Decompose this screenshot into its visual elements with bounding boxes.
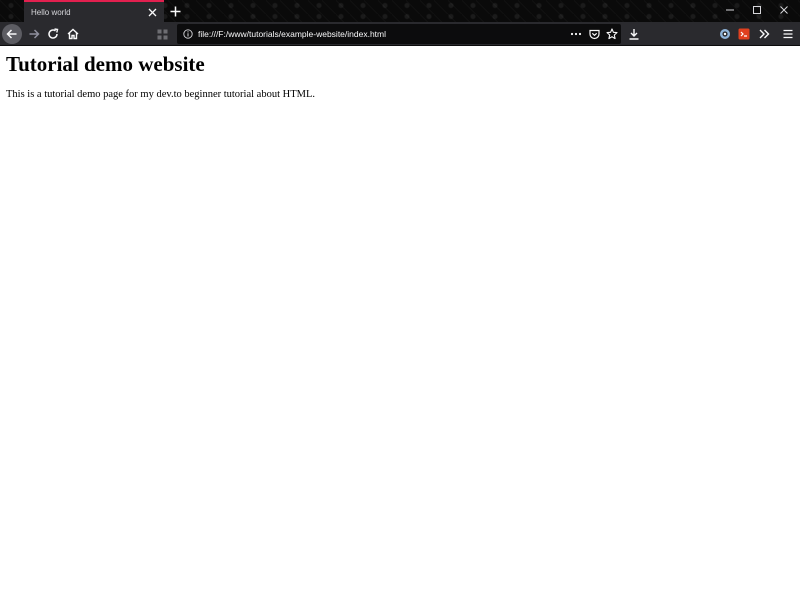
tab-title: Hello world: [31, 7, 71, 17]
site-info-button[interactable]: [180, 26, 196, 42]
overflow-menu-button[interactable]: [754, 24, 774, 44]
star-icon: [606, 28, 618, 40]
info-icon: [183, 29, 193, 39]
title-bar: Hello world: [0, 0, 800, 22]
chevrons-right-icon: [759, 29, 770, 39]
hamburger-menu-icon: [783, 29, 793, 39]
close-icon: [148, 8, 156, 16]
tab-hello-world[interactable]: Hello world: [24, 0, 164, 22]
url-text[interactable]: file:///F:/www/tutorials/example-website…: [198, 29, 567, 39]
page-content: Tutorial demo website This is a tutorial…: [0, 47, 800, 609]
pocket-button[interactable]: [585, 25, 603, 43]
page-grid-button[interactable]: [152, 24, 172, 44]
window-close-button[interactable]: [771, 0, 797, 20]
bookmark-star-button[interactable]: [603, 25, 621, 43]
minimize-icon: [726, 9, 734, 11]
extension-icon: [738, 28, 750, 40]
more-horizontal-icon: [570, 32, 582, 36]
download-icon: [629, 29, 639, 40]
page-actions-button[interactable]: [567, 25, 585, 43]
tab-close-button[interactable]: [144, 4, 160, 20]
page-heading: Tutorial demo website: [6, 52, 205, 76]
plus-icon: [170, 6, 180, 16]
arrow-left-icon: [6, 29, 17, 39]
extension-button-1[interactable]: [715, 24, 735, 44]
home-button[interactable]: [63, 24, 83, 44]
maximize-icon: [753, 6, 761, 14]
arrow-right-icon: [29, 29, 40, 39]
window-maximize-button[interactable]: [744, 0, 770, 20]
window-minimize-button[interactable]: [717, 0, 743, 20]
url-bar[interactable]: file:///F:/www/tutorials/example-website…: [177, 24, 621, 44]
home-icon: [67, 28, 79, 40]
extension-icon: [720, 29, 730, 39]
extension-button-2[interactable]: [734, 24, 754, 44]
reload-button[interactable]: [43, 24, 63, 44]
downloads-button[interactable]: [624, 24, 644, 44]
forward-button[interactable]: [24, 24, 44, 44]
new-tab-button[interactable]: [167, 3, 183, 19]
pocket-icon: [588, 29, 600, 39]
navigation-toolbar: file:///F:/www/tutorials/example-website…: [0, 22, 800, 46]
grid-icon: [157, 29, 167, 39]
page-paragraph: This is a tutorial demo page for my dev.…: [6, 89, 315, 100]
reload-icon: [48, 28, 59, 39]
close-icon: [780, 6, 788, 14]
back-button[interactable]: [2, 24, 22, 44]
main-menu-button[interactable]: [778, 24, 798, 44]
